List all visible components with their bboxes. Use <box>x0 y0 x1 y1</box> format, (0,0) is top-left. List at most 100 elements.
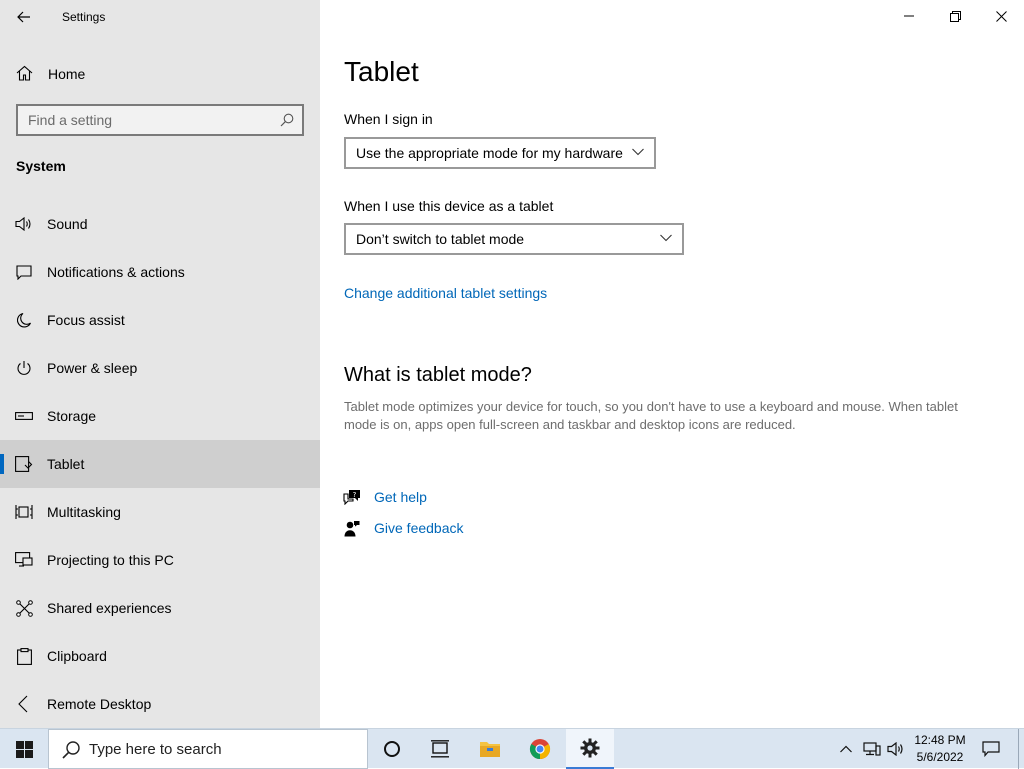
file-explorer-icon <box>480 742 500 757</box>
additional-tablet-settings-link[interactable]: Change additional tablet settings <box>344 285 547 301</box>
taskbar-search-text: Type here to search <box>89 741 222 758</box>
main-content: Tablet When I sign in Use the appropriat… <box>320 0 1024 728</box>
section-title-system: System <box>16 158 66 174</box>
remote-desktop-icon <box>15 695 33 713</box>
find-setting-box[interactable] <box>16 104 304 136</box>
close-icon <box>995 10 1007 22</box>
sidebar-nav: Sound Notifications & actions Focus assi… <box>0 200 320 728</box>
show-hidden-icons-button[interactable] <box>834 729 858 769</box>
restore-icon <box>949 10 961 22</box>
sidebar-item-label: Shared experiences <box>47 600 172 616</box>
sidebar-item-shared-experiences[interactable]: Shared experiences <box>0 584 320 632</box>
show-desktop-button[interactable] <box>1018 729 1024 769</box>
clock-time: 12:48 PM <box>914 733 966 747</box>
power-icon <box>15 360 33 376</box>
app-title: Settings <box>62 10 106 24</box>
sidebar-item-label: Focus assist <box>47 312 125 328</box>
search-icon <box>62 741 80 759</box>
file-explorer-button[interactable] <box>466 729 514 769</box>
restore-button[interactable] <box>932 0 978 32</box>
taskbar: Type here to search 12:48 PM 5/6/2022 <box>0 728 1024 769</box>
minimize-button[interactable] <box>886 0 932 32</box>
find-setting-input[interactable] <box>18 112 268 128</box>
back-button[interactable] <box>10 4 38 30</box>
sidebar-item-label: Notifications & actions <box>47 264 185 280</box>
tablet-use-dropdown[interactable]: Don’t switch to tablet mode <box>344 223 684 255</box>
give-feedback-label: Give feedback <box>374 520 464 536</box>
sidebar-item-projecting[interactable]: Projecting to this PC <box>0 536 320 584</box>
sidebar-item-home-label: Home <box>48 66 86 82</box>
sidebar-item-label: Sound <box>47 216 88 232</box>
clipboard-icon <box>15 647 33 665</box>
settings-window: Settings Home System Sound Notifications… <box>0 0 1024 728</box>
chevron-down-icon <box>632 148 644 156</box>
sidebar-item-storage[interactable]: Storage <box>0 392 320 440</box>
sidebar-item-notifications[interactable]: Notifications & actions <box>0 248 320 296</box>
get-help-link[interactable]: ? Get help <box>342 486 427 508</box>
sidebar: Settings Home System Sound Notifications… <box>0 0 320 728</box>
sidebar-item-tablet[interactable]: Tablet <box>0 440 320 488</box>
sidebar-item-power-sleep[interactable]: Power & sleep <box>0 344 320 392</box>
minimize-icon <box>904 15 914 17</box>
windows-logo-icon <box>15 740 33 758</box>
sidebar-item-label: Storage <box>47 408 97 424</box>
volume-button[interactable] <box>884 729 908 769</box>
volume-icon <box>887 742 903 756</box>
back-arrow-icon <box>17 11 30 23</box>
sidebar-item-label: Remote Desktop <box>47 696 152 712</box>
sign-in-mode-dropdown[interactable]: Use the appropriate mode for my hardware <box>344 137 656 169</box>
multitasking-icon <box>15 504 33 520</box>
sidebar-item-remote-desktop[interactable]: Remote Desktop <box>0 680 320 728</box>
start-button[interactable] <box>0 729 48 769</box>
task-view-icon <box>431 740 449 758</box>
sidebar-item-label: Clipboard <box>47 648 107 664</box>
sign-in-mode-value: Use the appropriate mode for my hardware <box>356 145 623 161</box>
window-controls <box>886 0 1024 32</box>
sidebar-item-focus-assist[interactable]: Focus assist <box>0 296 320 344</box>
action-center-icon <box>982 741 1000 757</box>
chevron-up-icon <box>840 745 852 753</box>
notification-icon <box>15 264 33 280</box>
sidebar-item-label: Multitasking <box>47 504 121 520</box>
close-button[interactable] <box>978 0 1024 32</box>
moon-icon <box>15 312 33 328</box>
get-help-label: Get help <box>374 489 427 505</box>
shared-icon <box>15 599 33 617</box>
tablet-use-value: Don’t switch to tablet mode <box>356 231 525 247</box>
feedback-icon <box>342 518 362 538</box>
cortana-icon <box>384 741 400 757</box>
sidebar-item-clipboard[interactable]: Clipboard <box>0 632 320 680</box>
tablet-mode-description: Tablet mode optimizes your device for to… <box>344 399 958 432</box>
cortana-button[interactable] <box>368 729 416 769</box>
settings-taskbar-button[interactable] <box>566 729 614 769</box>
settings-icon <box>580 738 600 758</box>
projecting-icon <box>15 552 33 568</box>
sign-in-label: When I sign in <box>344 111 433 127</box>
network-icon <box>863 742 881 756</box>
chrome-button[interactable] <box>516 729 564 769</box>
tablet-icon <box>15 456 33 472</box>
page-title: Tablet <box>344 56 419 87</box>
network-button[interactable] <box>860 729 884 769</box>
sidebar-item-label: Tablet <box>47 456 85 472</box>
storage-icon <box>15 408 33 424</box>
what-is-tablet-mode-heading: What is tablet mode? <box>344 364 532 386</box>
tablet-use-label: When I use this device as a tablet <box>344 198 554 214</box>
action-center-button[interactable] <box>976 729 1006 769</box>
taskbar-search-box[interactable]: Type here to search <box>48 729 368 769</box>
help-chat-icon: ? <box>342 487 362 507</box>
sidebar-item-label: Power & sleep <box>47 360 138 376</box>
give-feedback-link[interactable]: Give feedback <box>342 517 464 539</box>
home-icon <box>16 65 33 81</box>
sidebar-item-home[interactable]: Home <box>0 56 320 90</box>
chevron-down-icon <box>660 234 672 242</box>
sidebar-item-sound[interactable]: Sound <box>0 200 320 248</box>
task-view-button[interactable] <box>416 729 464 769</box>
taskbar-clock[interactable]: 12:48 PM 5/6/2022 <box>908 732 972 766</box>
chrome-icon <box>529 739 551 760</box>
clock-date: 5/6/2022 <box>916 750 964 764</box>
svg-text:?: ? <box>353 491 357 499</box>
speaker-icon <box>15 216 33 232</box>
sidebar-item-label: Projecting to this PC <box>47 552 174 568</box>
sidebar-item-multitasking[interactable]: Multitasking <box>0 488 320 536</box>
